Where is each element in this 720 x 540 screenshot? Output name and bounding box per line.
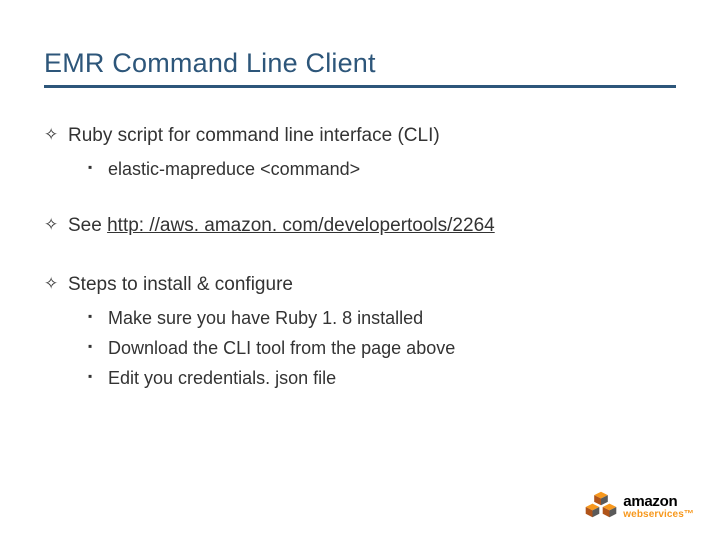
square-icon: ▪ bbox=[88, 156, 108, 179]
aws-subbrand: webservices™ bbox=[623, 510, 694, 520]
see-prefix: See bbox=[68, 215, 107, 236]
sub-bullet-ruby: ▪ Make sure you have Ruby 1. 8 installed bbox=[88, 305, 676, 331]
diamond-icon: ✧ bbox=[44, 212, 68, 238]
slide-content: ✧ Ruby script for command line interface… bbox=[44, 122, 676, 391]
aws-logo-text: amazon webservices™ bbox=[623, 494, 694, 520]
bullet-steps: ✧ Steps to install & configure bbox=[44, 271, 676, 299]
square-icon: ▪ bbox=[88, 335, 108, 358]
sub-bullet-credentials: ▪ Edit you credentials. json file bbox=[88, 365, 676, 391]
square-icon: ▪ bbox=[88, 365, 108, 388]
slide-title: EMR Command Line Client bbox=[44, 48, 676, 79]
square-icon: ▪ bbox=[88, 305, 108, 328]
bullet-see-link: ✧ See http: //aws. amazon. com/developer… bbox=[44, 212, 676, 240]
developertools-link[interactable]: http: //aws. amazon. com/developertools/… bbox=[107, 215, 495, 236]
aws-brand: amazon bbox=[623, 494, 694, 509]
title-rule bbox=[44, 85, 676, 88]
sub-bullet-download: ▪ Download the CLI tool from the page ab… bbox=[88, 335, 676, 361]
aws-logo: amazon webservices™ bbox=[584, 490, 694, 524]
sub-bullet-command: ▪ elastic-mapreduce <command> bbox=[88, 156, 676, 182]
slide: EMR Command Line Client ✧ Ruby script fo… bbox=[0, 0, 720, 540]
bullet-ruby-script: ✧ Ruby script for command line interface… bbox=[44, 122, 676, 150]
diamond-icon: ✧ bbox=[44, 122, 68, 148]
aws-cubes-icon bbox=[584, 490, 618, 524]
diamond-icon: ✧ bbox=[44, 271, 68, 297]
